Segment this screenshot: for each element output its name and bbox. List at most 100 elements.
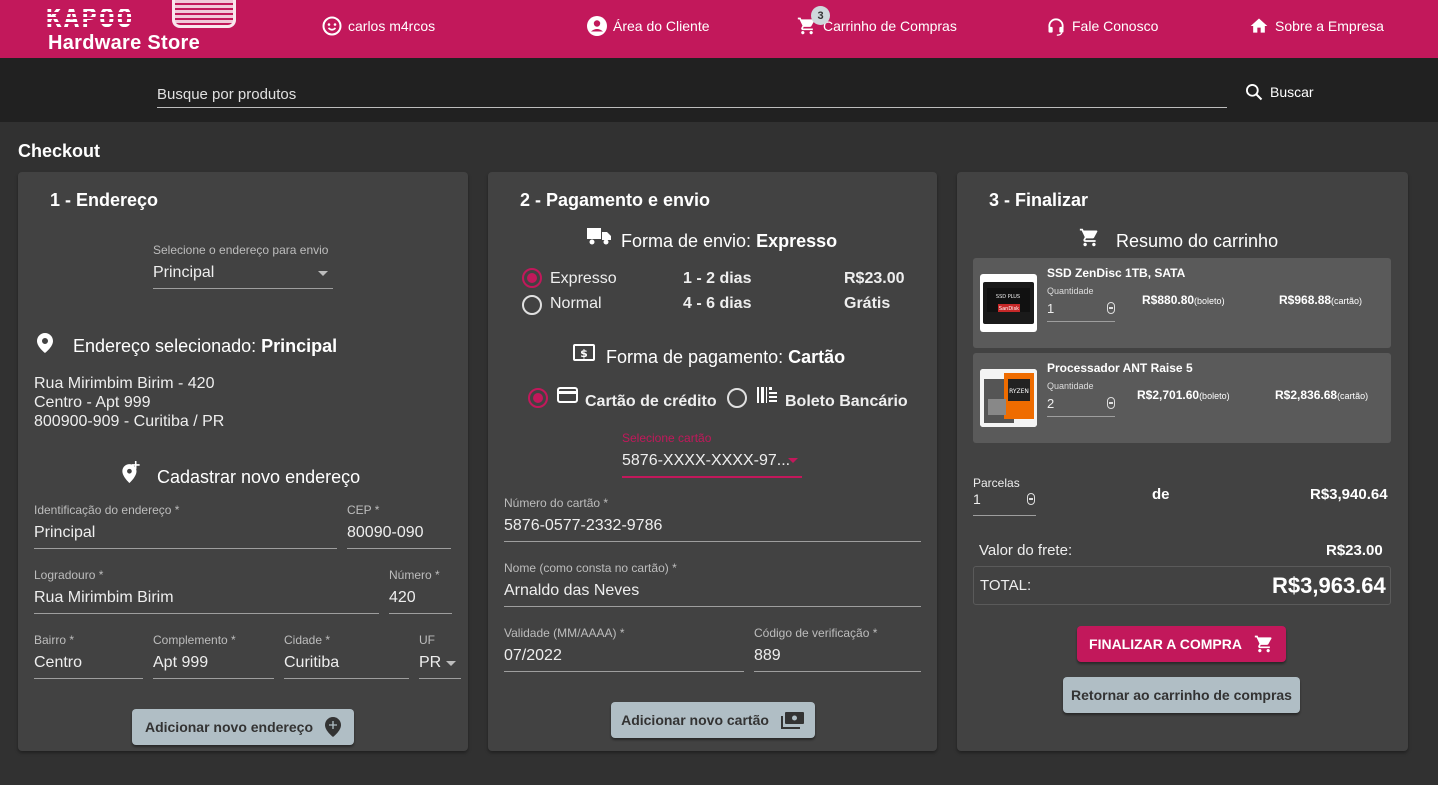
quantity-stepper[interactable]: [1107, 302, 1115, 314]
nav-user-label: carlos m4rcos: [348, 18, 436, 34]
nav-cart-label: Carrinho de Compras: [823, 18, 957, 34]
number-input[interactable]: 420: [389, 589, 416, 607]
address-id-input[interactable]: Principal: [34, 524, 95, 542]
credit-card-label[interactable]: Cartão de crédito: [585, 393, 717, 411]
cart-item-price-boleto: R$2,701.60(boleto): [1137, 388, 1230, 402]
cvv-input[interactable]: 889: [754, 647, 781, 665]
complement-underline: [153, 678, 274, 679]
finish-purchase-button[interactable]: FINALIZAR A COMPRA: [1077, 626, 1286, 662]
cart-item-qty-input[interactable]: 1: [1047, 301, 1054, 316]
payments-icon: [780, 712, 804, 729]
processor-product-image: RYZEN: [980, 369, 1037, 427]
shipping-normal-radio[interactable]: [522, 295, 542, 315]
installments-underline: [973, 515, 1036, 516]
cart-item-name: SSD ZenDisc 1TB, SATA: [1047, 266, 1186, 280]
payment-card-title: 2 - Pagamento e envio: [520, 190, 711, 210]
card-select-chevron-icon: [788, 458, 798, 463]
cep-input[interactable]: 80090-090: [347, 524, 424, 542]
store-logo[interactable]: KAPOO Hardware Store: [46, 0, 246, 56]
quantity-stepper[interactable]: [1107, 397, 1115, 409]
add-card-button[interactable]: Adicionar novo cartão: [611, 702, 815, 738]
search-bar: Buscar: [0, 58, 1438, 122]
qty-underline: [1047, 416, 1115, 417]
city-label: Cidade *: [284, 633, 331, 647]
card-select-underline: [622, 476, 802, 478]
street-input[interactable]: Rua Mirimbim Birim: [34, 589, 174, 607]
uf-select[interactable]: PR: [419, 654, 441, 672]
add-address-button[interactable]: Adicionar novo endereço: [132, 709, 354, 745]
chevron-down-icon: [318, 271, 328, 276]
cart-item-price-boleto: R$880.80(boleto): [1142, 293, 1225, 307]
address-line-3: 800900-909 - Curitiba / PR: [34, 413, 225, 430]
price-boleto-value: R$880.80: [1142, 293, 1195, 307]
city-input[interactable]: Curitiba: [284, 654, 339, 672]
credit-card-icon: [557, 387, 578, 403]
installments-input[interactable]: 1: [973, 491, 981, 507]
card-holder-underline: [504, 606, 921, 607]
installments-stepper[interactable]: [1027, 493, 1035, 505]
nav-user[interactable]: carlos m4rcos: [322, 0, 435, 52]
shipping-method-heading: Forma de envio: Expresso: [621, 231, 837, 252]
address-card-title: 1 - Endereço: [50, 190, 159, 210]
shipping-normal-name: Normal: [550, 295, 602, 312]
street-label: Logradouro *: [34, 568, 104, 582]
shipping-express-time: 1 - 2 dias: [683, 270, 752, 287]
uf-label: UF: [419, 633, 435, 647]
card-select[interactable]: 5876-XXXX-XXXX-97...: [622, 452, 790, 470]
home-icon: [1249, 16, 1269, 36]
expiry-label: Validade (MM/AAAA) *: [504, 626, 625, 640]
district-input[interactable]: Centro: [34, 654, 82, 672]
shipping-normal-price: Grátis: [844, 295, 891, 312]
nav-client-area-label: Área do Cliente: [613, 18, 710, 34]
uf-chevron-down-icon: [446, 661, 456, 666]
top-bar: KAPOO Hardware Store carlos m4rcos Área …: [0, 0, 1438, 58]
credit-card-radio[interactable]: [528, 388, 548, 408]
expiry-underline: [504, 671, 744, 672]
complement-input[interactable]: Apt 999: [153, 654, 208, 672]
boleto-radio[interactable]: [727, 388, 747, 408]
card-number-underline: [504, 541, 921, 542]
boleto-label[interactable]: Boleto Bancário: [785, 393, 908, 411]
nav-about[interactable]: Sobre a Empresa: [1249, 0, 1384, 52]
cvv-label: Código de verificação *: [754, 626, 878, 640]
search-input[interactable]: [157, 82, 1227, 108]
card-number-label: Número do cartão *: [504, 496, 609, 510]
logo-brand: KAPOO: [46, 4, 135, 34]
cart-icon: [1254, 635, 1272, 653]
svg-text:$: $: [580, 347, 588, 360]
street-underline: [34, 613, 379, 614]
cep-underline: [347, 548, 451, 549]
address-select[interactable]: Principal: [153, 264, 214, 282]
logo-subtitle: Hardware Store: [48, 32, 201, 54]
cart-item: RYZEN Processador ANT Raise 5 Quantidade…: [973, 353, 1391, 443]
cart-item-qty-label: Quantidade: [1047, 381, 1094, 391]
new-address-heading: Cadastrar novo endereço: [157, 467, 361, 487]
nav-about-label: Sobre a Empresa: [1275, 18, 1384, 34]
shipping-method-prefix: Forma de envio:: [621, 231, 757, 251]
address-line-2: Centro - Apt 999: [34, 394, 151, 411]
address-select-underline: [153, 288, 333, 289]
number-underline: [389, 613, 452, 614]
back-to-cart-button[interactable]: Retornar ao carrinho de compras: [1063, 677, 1300, 713]
account-circle-icon: [587, 16, 607, 36]
cart-item-price-card: R$968.88(cartão): [1279, 293, 1362, 307]
nav-client-area[interactable]: Área do Cliente: [587, 0, 710, 52]
money-icon: $: [573, 344, 595, 361]
shipping-express-radio[interactable]: [522, 268, 542, 288]
card-number-input[interactable]: 5876-0577-2332-9786: [504, 517, 662, 535]
expiry-input[interactable]: 07/2022: [504, 647, 562, 665]
address-id-underline: [34, 548, 337, 549]
search-button[interactable]: Buscar: [1244, 82, 1314, 102]
cart-item-qty-label: Quantidade: [1047, 286, 1094, 296]
nav-contact[interactable]: Fale Conosco: [1046, 0, 1158, 52]
barcode-icon: [757, 387, 777, 403]
price-card-tag: (cartão): [1331, 296, 1363, 306]
selected-address-prefix: Endereço selecionado:: [73, 336, 262, 356]
address-card: [18, 172, 468, 751]
card-holder-input[interactable]: Arnaldo das Neves: [504, 582, 639, 600]
selected-address-name: Principal: [261, 336, 338, 356]
total-label: TOTAL:: [980, 577, 1032, 594]
logo-mark: [172, 0, 236, 28]
cart-item-qty-input[interactable]: 2: [1047, 396, 1054, 411]
total-value: R$3,963.64: [1272, 573, 1386, 598]
